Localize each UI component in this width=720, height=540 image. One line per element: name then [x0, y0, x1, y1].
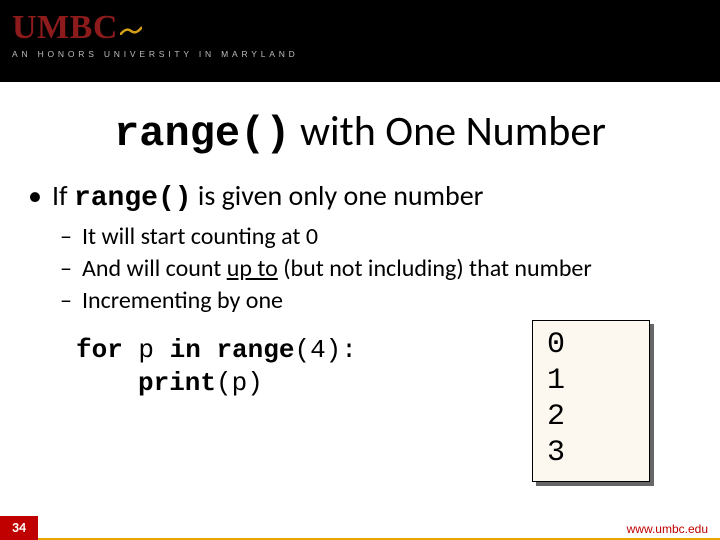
- output-line: 0: [547, 327, 637, 363]
- bullet-level1: •If range() is given only one number: [28, 178, 720, 214]
- sub2-b: (but not including) that number: [278, 254, 592, 283]
- code-space: [201, 335, 217, 365]
- sub2-a: And will count: [82, 254, 227, 283]
- sub1-text: It will start counting at 0: [82, 222, 318, 251]
- slide-title: range() with One Number: [0, 106, 720, 158]
- kw-for: for: [76, 335, 123, 365]
- output-line: 2: [547, 399, 637, 435]
- sub3-text: Incrementing by one: [82, 286, 283, 315]
- logo-label: UMBC: [12, 9, 118, 46]
- code-call1: (4):: [294, 335, 356, 365]
- title-rest: with One Number: [291, 106, 606, 157]
- code-var-p: p: [123, 335, 170, 365]
- bullet-dot-icon: •: [28, 178, 52, 213]
- code-call2: (p): [216, 368, 263, 398]
- title-mono: range(): [114, 110, 290, 158]
- footer-url: www.umbc.edu: [627, 522, 708, 536]
- b1-prefix: If: [52, 178, 74, 213]
- b1-suffix: is given only one number: [192, 178, 484, 213]
- b1-mono: range(): [74, 183, 192, 214]
- sub-item-2: –And will count up to (but not including…: [60, 254, 720, 284]
- logo-tagline: AN HONORS UNIVERSITY IN MARYLAND: [12, 49, 299, 59]
- fn-print: print: [138, 368, 216, 398]
- output-line: 3: [547, 435, 637, 471]
- kw-in: in: [170, 335, 201, 365]
- dash-icon: –: [60, 254, 82, 284]
- footer: 34 www.umbc.edu: [0, 516, 720, 540]
- logo-text: UMBC: [12, 8, 299, 45]
- output-line: 1: [547, 363, 637, 399]
- sub-item-3: –Incrementing by one: [60, 286, 720, 316]
- logo-accent-icon: [120, 8, 142, 18]
- output-box: 0 1 2 3: [532, 320, 650, 482]
- logo-block: UMBC AN HONORS UNIVERSITY IN MARYLAND: [12, 8, 299, 59]
- dash-icon: –: [60, 286, 82, 316]
- sub2-underline: up to: [227, 254, 278, 283]
- sub-item-1: –It will start counting at 0: [60, 222, 720, 252]
- dash-icon: –: [60, 222, 82, 252]
- fn-range: range: [216, 335, 294, 365]
- slide-number: 34: [0, 516, 38, 540]
- sub-bullet-list: –It will start counting at 0 –And will c…: [60, 222, 720, 316]
- header-bar: UMBC AN HONORS UNIVERSITY IN MARYLAND: [0, 0, 720, 82]
